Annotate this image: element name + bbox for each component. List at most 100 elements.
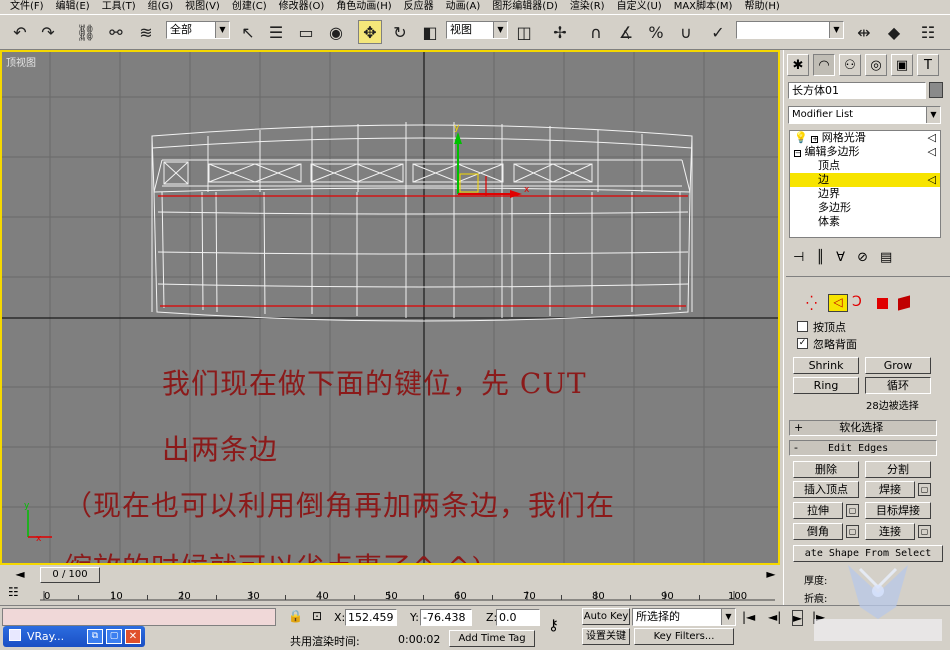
menu-item[interactable]: 角色动画(H) (330, 0, 397, 14)
menu-item[interactable]: 反应器 (398, 0, 440, 14)
chamfer-settings-button[interactable]: ▢ (846, 525, 859, 538)
stack-item-edit-poly[interactable]: − 编辑多边形 ◁ (790, 145, 940, 159)
select-and-move-icon[interactable]: ✥ (358, 20, 382, 44)
soft-selection-rollout[interactable]: + 软化选择 (789, 420, 937, 436)
ignore-backfacing-checkbox[interactable]: ✓ (797, 338, 808, 349)
bind-space-warp-icon[interactable]: ≋ (134, 20, 158, 44)
expand-icon[interactable]: + (811, 136, 819, 143)
select-object-icon[interactable]: ↖ (236, 20, 260, 44)
lock-selection-icon[interactable]: 🔒 (288, 609, 303, 623)
menu-item[interactable]: 自定义(U) (611, 0, 668, 14)
menu-item[interactable]: 修改器(O) (273, 0, 331, 14)
taskbar-vray-button[interactable]: VRay... ⧉ ▢ ✕ (3, 626, 145, 647)
extrude-button[interactable]: 拉伸 (793, 502, 843, 519)
absolute-mode-icon[interactable]: ⊡ (312, 609, 322, 623)
lightbulb-icon[interactable]: 💡 (794, 131, 808, 144)
chamfer-button[interactable]: 倒角 (793, 523, 843, 540)
edge-mode-icon[interactable]: ◁ (828, 294, 848, 312)
weld-settings-button[interactable]: ▢ (918, 483, 931, 496)
select-by-name-icon[interactable]: ☰ (264, 20, 288, 44)
insert-vertex-button[interactable]: 插入顶点 (793, 481, 859, 498)
add-time-tag-button[interactable]: Add Time Tag (449, 630, 535, 647)
weld-button[interactable]: 焊接 (865, 481, 915, 498)
shrink-button[interactable]: Shrink (793, 357, 859, 374)
select-and-link-icon[interactable]: ⛓ (74, 20, 98, 44)
spell-check-icon[interactable]: ✓ (706, 20, 730, 44)
layer-manager-icon[interactable]: ☷ (916, 20, 940, 44)
show-end-result-icon[interactable]: ║ (816, 250, 824, 272)
redo-icon[interactable]: ↷ (36, 20, 60, 44)
close-icon[interactable]: ✕ (125, 629, 141, 644)
reference-coord-dropdown[interactable]: 视图 ▼ (446, 21, 508, 39)
angle-snap-icon[interactable]: ∡ (614, 20, 638, 44)
target-weld-button[interactable]: 目标焊接 (865, 502, 931, 519)
y-coordinate-field[interactable]: -76.438 (420, 609, 472, 626)
maxscript-listener[interactable] (2, 608, 276, 626)
modifier-list-dropdown[interactable]: Modifier List ▼ (788, 106, 941, 124)
time-slider-thumb[interactable]: 0 / 100 (40, 567, 100, 583)
select-and-rotate-icon[interactable]: ↻ (388, 20, 412, 44)
vertex-mode-icon[interactable]: ⁛ (806, 296, 817, 312)
undo-icon[interactable]: ↶ (8, 20, 32, 44)
key-filters-button[interactable]: Key Filters... (634, 628, 734, 645)
menu-item[interactable]: 组(G) (142, 0, 180, 14)
key-mode-icon[interactable]: ⚷ (548, 616, 559, 634)
stack-subitem-border[interactable]: 边界 (790, 187, 940, 201)
set-key-button[interactable]: 设置关键 (582, 628, 630, 645)
select-manipulate-icon[interactable]: ✢ (548, 20, 572, 44)
remove-modifier-icon[interactable]: ⊘ (857, 250, 868, 272)
stack-subitem-element[interactable]: 体素 (790, 215, 940, 229)
spinner-snap-icon[interactable]: ∪ (674, 20, 698, 44)
display-tab-icon[interactable]: ▣ (891, 54, 913, 76)
by-vertex-checkbox[interactable] (797, 321, 808, 332)
stack-subitem-edge[interactable]: 边 ◁ (790, 173, 940, 187)
stack-subitem-vertex[interactable]: 顶点 (790, 159, 940, 173)
select-and-scale-icon[interactable]: ◧ (418, 20, 442, 44)
make-unique-icon[interactable]: ∀ (836, 250, 845, 272)
split-button[interactable]: 分割 (865, 461, 931, 478)
hierarchy-tab-icon[interactable]: ⚇ (839, 54, 861, 76)
auto-key-button[interactable]: Auto Key (582, 608, 630, 625)
utilities-tab-icon[interactable]: T (917, 54, 939, 76)
top-viewport[interactable]: y x x y 顶视图 我们现在做下面的键位，先 CUT 出两条边 （现在也可以… (0, 50, 780, 565)
menu-item[interactable]: MAX脚本(M) (668, 0, 739, 14)
ring-button[interactable]: Ring (793, 377, 859, 394)
window-crossing-icon[interactable]: ◉ (324, 20, 348, 44)
collapse-icon[interactable]: − (794, 150, 801, 157)
configure-sets-icon[interactable]: ▤ (880, 250, 892, 272)
z-coordinate-field[interactable]: 0.0 (496, 609, 540, 626)
menu-item[interactable]: 工具(T) (96, 0, 142, 14)
mirror-icon[interactable]: ⇹ (852, 20, 876, 44)
create-tab-icon[interactable]: ✱ (787, 54, 809, 76)
connect-settings-button[interactable]: ▢ (918, 525, 931, 538)
connect-button[interactable]: 连接 (865, 523, 915, 540)
unlink-icon[interactable]: ⚯ (104, 20, 128, 44)
go-to-start-icon[interactable]: |◄ (742, 610, 755, 624)
restore-icon[interactable]: ⧉ (87, 629, 103, 644)
menu-item[interactable]: 渲染(R) (564, 0, 611, 14)
pin-stack-icon[interactable]: ⊣ (793, 250, 804, 272)
menu-item[interactable]: 视图(V) (179, 0, 226, 14)
rect-selection-icon[interactable]: ▭ (294, 20, 318, 44)
selection-filter-dropdown[interactable]: 全部 ▼ (166, 21, 230, 39)
key-selection-dropdown[interactable]: 所选择的 ▼ (632, 608, 736, 626)
menu-item[interactable]: 编辑(E) (50, 0, 96, 14)
polygon-mode-icon[interactable] (877, 298, 888, 309)
edit-edges-rollout[interactable]: - Edit Edges (789, 440, 937, 456)
menu-item[interactable]: 文件(F) (4, 0, 50, 14)
stack-subitem-polygon[interactable]: 多边形 (790, 201, 940, 215)
modify-tab-icon[interactable]: ◠ (813, 54, 835, 76)
named-selection-dropdown[interactable]: ▼ (736, 21, 844, 39)
percent-snap-icon[interactable]: % (644, 20, 668, 44)
grow-button[interactable]: Grow (865, 357, 931, 374)
menu-item[interactable]: 图形编辑器(D) (486, 0, 564, 14)
snap-toggle-icon[interactable]: ∩ (584, 20, 608, 44)
menu-item[interactable]: 帮助(H) (738, 0, 785, 14)
pivot-center-icon[interactable]: ◫ (512, 20, 536, 44)
maximize-icon[interactable]: ▢ (106, 629, 122, 644)
viewport-label[interactable]: 顶视图 (6, 54, 36, 69)
extrude-settings-button[interactable]: ▢ (846, 504, 859, 517)
object-color-swatch[interactable] (929, 82, 943, 98)
time-slider-left-icon[interactable]: ◄ (0, 567, 40, 583)
stack-item-meshsmooth[interactable]: 💡 + 网格光滑 ◁ (790, 131, 940, 145)
